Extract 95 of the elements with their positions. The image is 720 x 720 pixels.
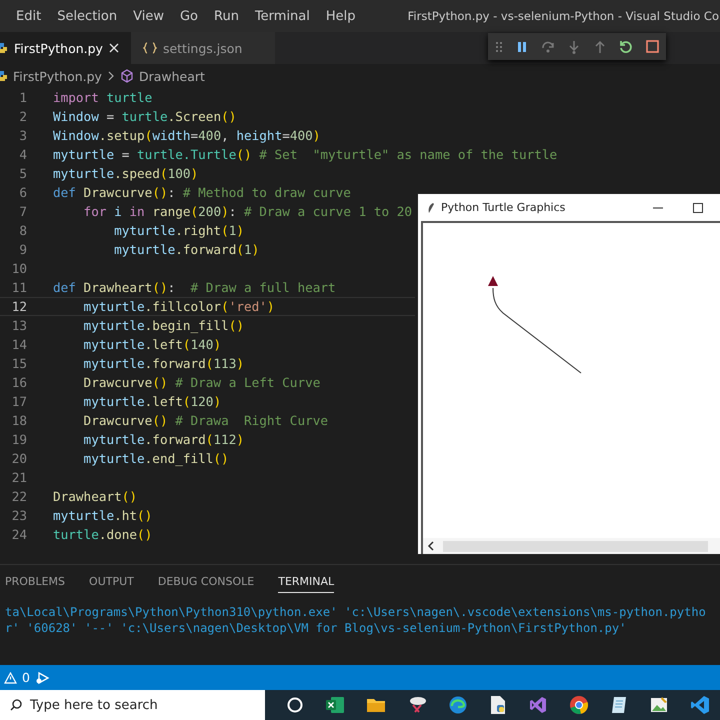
line-number: 12 [10, 299, 27, 314]
line-number: 18 [10, 413, 27, 428]
line-number: 21 [10, 470, 27, 485]
code-line: myturtle.begin_fill() [82, 318, 244, 333]
line-number: 1 [18, 90, 27, 105]
code-line: myturtle.left(120) [82, 394, 222, 409]
code-line: myturtle.speed(100) [53, 166, 198, 181]
warning-count[interactable]: 0 [22, 670, 30, 685]
code-editor-icon[interactable] [690, 695, 710, 715]
window-title: FirstPython.py - vs-selenium-Python - Visual Studio Co [408, 9, 719, 23]
chevron-icon [106, 71, 115, 81]
document-icon[interactable] [488, 695, 506, 715]
circle-icon[interactable] [286, 696, 304, 714]
code-line: myturtle.fillcolor('red') [82, 299, 275, 314]
stop-icon[interactable] [646, 40, 660, 53]
line-number: 2 [18, 109, 27, 124]
code-line: for i in range(200): # Draw a curve 1 to 20 [82, 204, 412, 219]
line-number: 6 [18, 185, 27, 200]
maximize-icon[interactable] [692, 202, 704, 214]
code-line: def Drawheart(): # Draw a full heart [53, 280, 336, 295]
editor-tab[interactable]: FirstPython.py [0, 32, 131, 64]
close-icon[interactable] [108, 43, 119, 53]
terminal-line: ta\Local\Programs\Python\Python310\python.exe' 'c:\Users\nagen\.vscode\extensions\ms-python.pytho [5, 605, 707, 621]
menu-item[interactable]: Help [318, 8, 364, 24]
line-number: 20 [10, 451, 27, 466]
menu-item[interactable]: Terminal [246, 8, 318, 24]
code-line: Drawheart() [53, 489, 138, 504]
pause-icon[interactable] [516, 40, 528, 52]
step-out-icon[interactable] [594, 40, 606, 54]
breadcrumb-item[interactable]: Drawheart [138, 68, 205, 84]
line-number: 16 [10, 375, 27, 390]
line-number: 7 [18, 204, 27, 219]
line-number: 15 [10, 356, 27, 371]
browser-icon[interactable] [448, 695, 468, 715]
search-icon [10, 699, 22, 711]
panel-tab[interactable]: DEBUG CONSOLE [158, 575, 254, 593]
braces-icon [142, 42, 157, 54]
line-number: 3 [18, 128, 27, 143]
line-number: 14 [10, 337, 27, 352]
code-line: def Drawcurve(): # Method to draw curve [53, 185, 351, 200]
line-number: 9 [18, 242, 27, 257]
code-line: Window.setup(width=400, height=400) [53, 128, 320, 143]
line-number: 17 [10, 394, 27, 409]
menu-item[interactable]: View [125, 8, 172, 24]
search-field[interactable]: Type here to search [0, 690, 265, 720]
feather-icon [427, 202, 435, 214]
step-into-icon[interactable] [568, 40, 580, 54]
restart-icon[interactable] [619, 40, 634, 54]
code-line: Drawcurve() # Draw a Left Curve [82, 375, 320, 390]
panel-tab[interactable]: OUTPUT [89, 575, 134, 593]
drag-handle-icon[interactable] [494, 40, 503, 52]
window-title: Python Turtle Graphics [441, 201, 566, 214]
line-number: 5 [18, 166, 27, 181]
line-number: 23 [10, 508, 27, 523]
code-line: myturtle.forward(112) [82, 432, 244, 447]
code-line: myturtle.forward(1) [113, 242, 260, 257]
code-line: Window = turtle.Screen() [53, 109, 236, 124]
code-line: myturtle = turtle.Turtle() # Set "myturtle" as name of the turtle [53, 147, 558, 162]
code-line: myturtle.forward(113) [82, 356, 244, 371]
panel-tab[interactable]: TERMINAL [278, 575, 334, 593]
line-number: 11 [10, 280, 27, 295]
notepad-icon[interactable] [610, 695, 628, 715]
code-line: myturtle.end_fill() [82, 451, 229, 466]
panel-tab[interactable]: PROBLEMS [5, 575, 66, 593]
folder-icon[interactable] [366, 696, 386, 714]
line-number: 10 [10, 261, 27, 276]
scroll-bar[interactable] [423, 538, 720, 554]
code-line: Drawcurve() # Drawa Right Curve [82, 413, 328, 428]
line-number: 13 [10, 318, 27, 333]
debug-icon[interactable] [34, 670, 51, 684]
breadcrumb-item[interactable]: FirstPython.py [13, 68, 102, 84]
code-line: myturtle.left(140) [82, 337, 222, 352]
step-over-icon[interactable] [541, 40, 556, 52]
menu-item[interactable]: Run [206, 8, 247, 24]
line-number: 4 [18, 147, 27, 162]
menu-item[interactable]: Go [172, 8, 206, 24]
menu-item[interactable]: Edit [8, 8, 50, 24]
warning-icon [4, 672, 17, 684]
terminal-line: r' '60628' '--' 'c:\Users\nagen\Desktop\VM for Blog\vs-selenium-Python\FirstPython.py' [5, 621, 628, 637]
code-line: import turtle [53, 90, 152, 105]
line-number: 8 [18, 223, 27, 238]
editor-tab[interactable]: settings.json [130, 32, 275, 64]
code-line: turtle.done() [53, 527, 152, 542]
scroll-left-icon[interactable] [427, 541, 435, 551]
line-number: 24 [10, 527, 27, 542]
menu-item[interactable]: Selection [49, 8, 126, 24]
infinity-icon[interactable] [528, 695, 548, 715]
line-number: 22 [10, 489, 27, 504]
spreadsheet-icon[interactable] [324, 695, 344, 715]
image-editor-icon[interactable] [648, 695, 668, 715]
line-number: 19 [10, 432, 27, 447]
cube-icon [120, 69, 134, 83]
code-line: myturtle.ht() [53, 508, 152, 523]
code-line: myturtle.right(1) [113, 223, 244, 238]
chrome-icon[interactable] [568, 695, 588, 715]
